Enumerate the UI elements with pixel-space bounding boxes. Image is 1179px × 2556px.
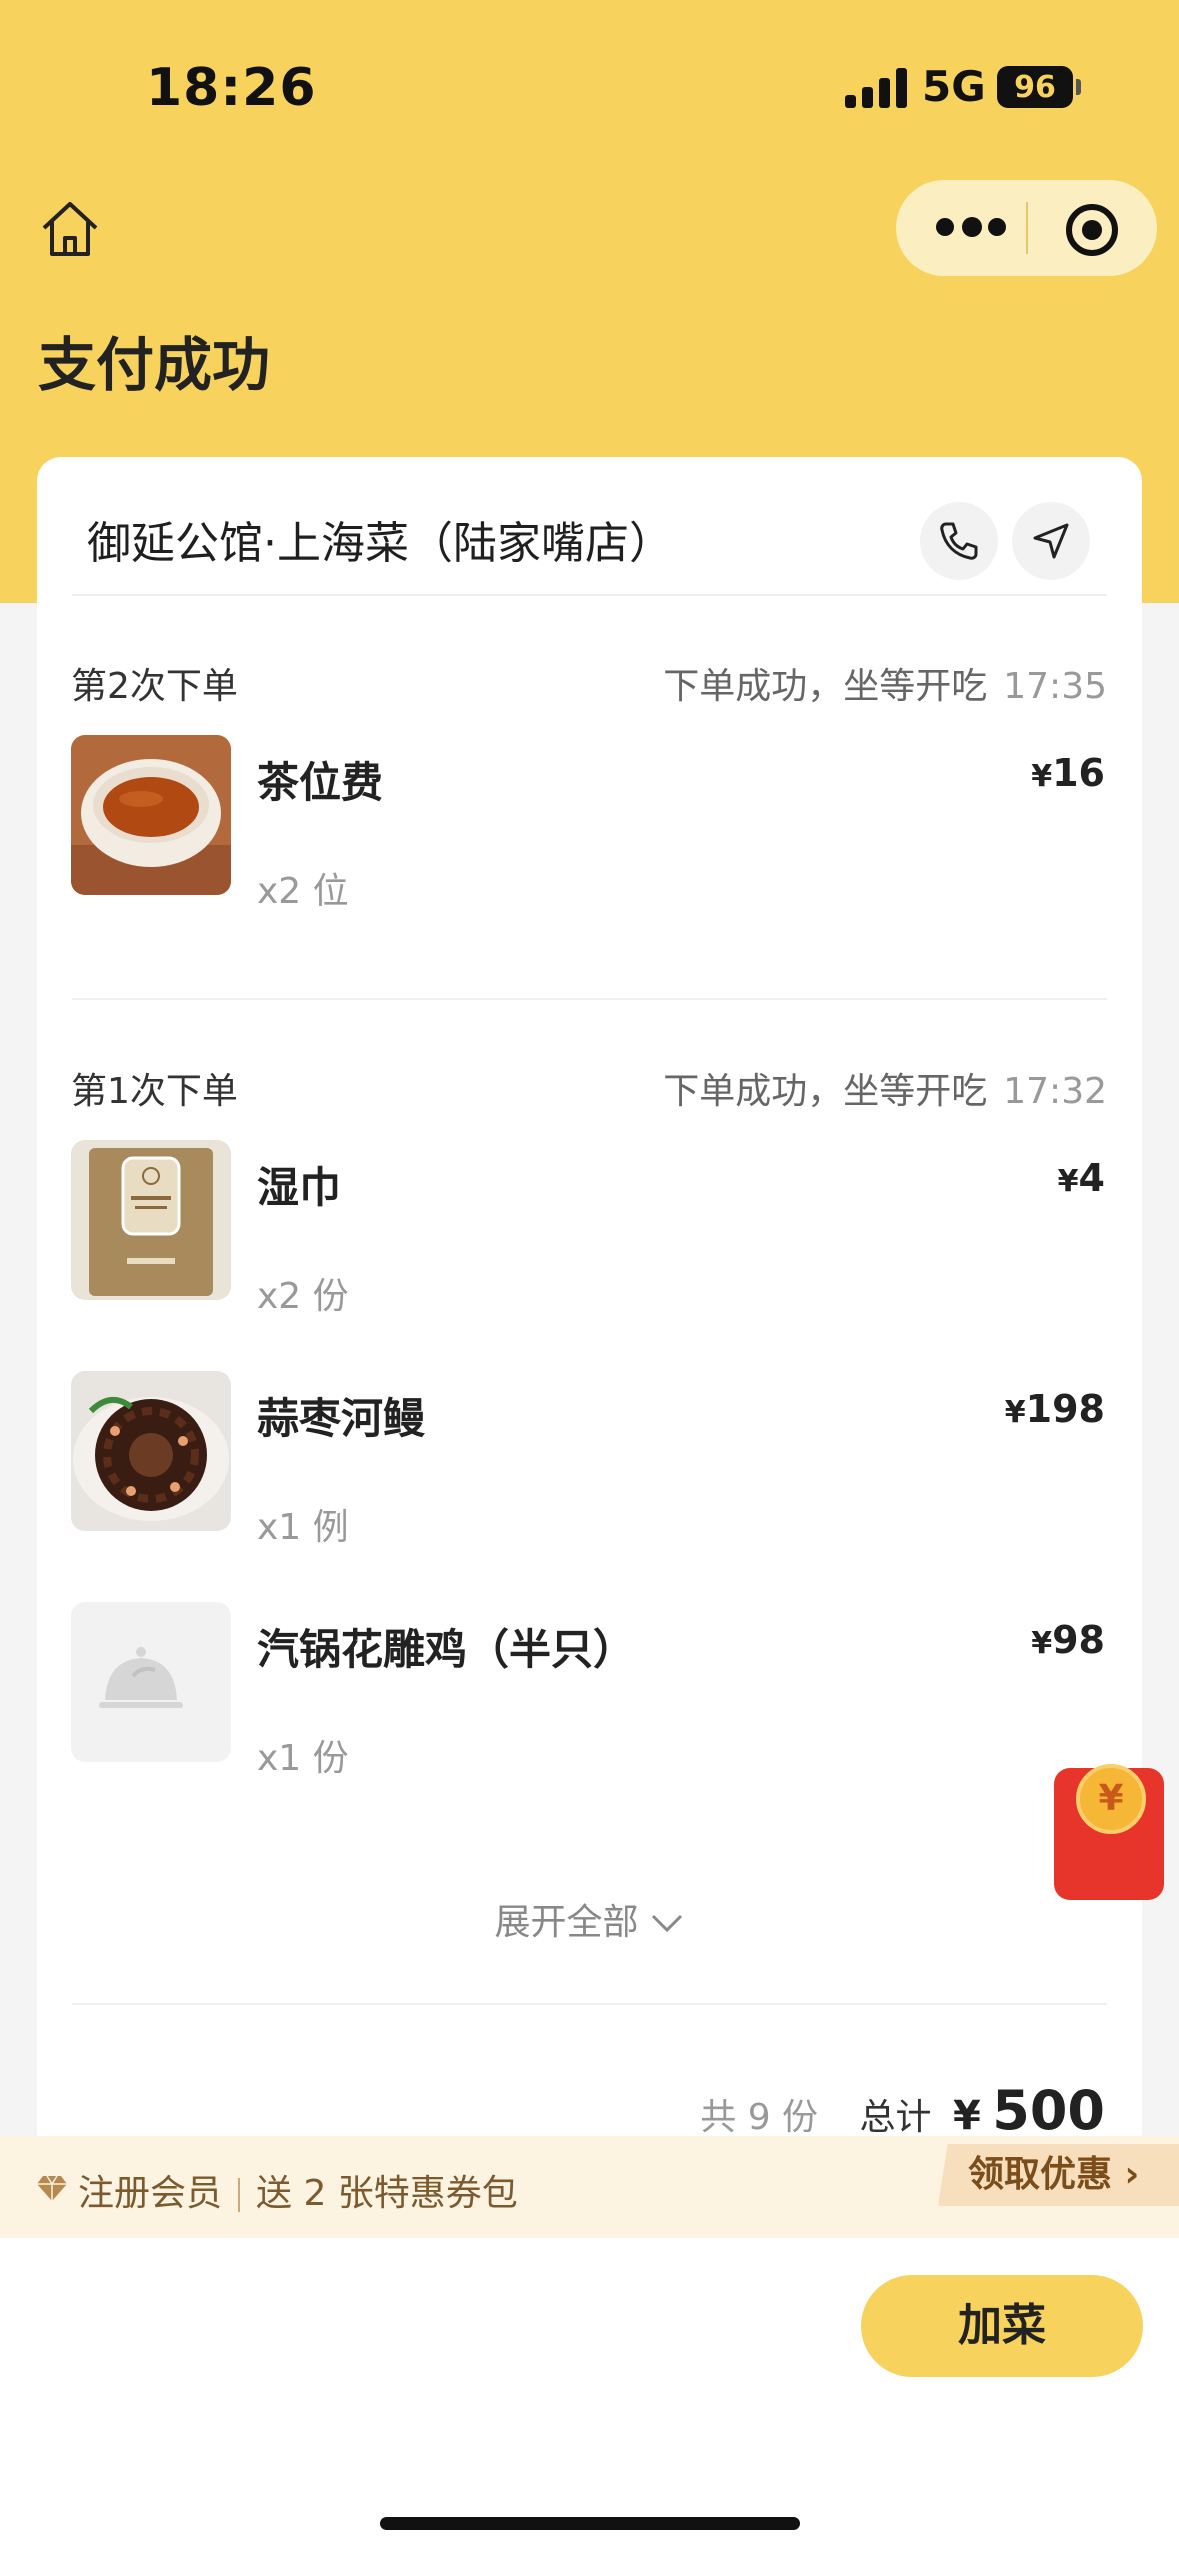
item-price: ¥4 xyxy=(1057,1156,1105,1200)
page-title: 支付成功 xyxy=(38,331,271,399)
member-register: 注册会员 xyxy=(78,2173,223,2214)
item-quantity: x1 例 xyxy=(257,1507,349,1548)
member-offer: 送 2 张特惠券包 xyxy=(256,2173,518,2214)
item-quantity: x2 份 xyxy=(257,1276,349,1317)
phone-icon xyxy=(940,522,978,560)
item-price: ¥16 xyxy=(1031,751,1105,795)
item-count: 共 9 份 xyxy=(700,2097,819,2138)
status-time: 18:26 xyxy=(146,58,317,118)
battery-icon: 96 xyxy=(997,66,1073,108)
divider xyxy=(72,2003,1107,2005)
order-batch-title: 第2次下单 xyxy=(71,666,238,707)
expand-all-label: 展开全部 xyxy=(494,1902,639,1943)
item-image-wet-towel[interactable] xyxy=(71,1140,231,1300)
item-name: 湿巾 xyxy=(257,1163,342,1212)
member-text: 注册会员送 2 张特惠券包 xyxy=(78,2164,518,2216)
home-icon[interactable] xyxy=(38,198,102,258)
navigation-icon xyxy=(1033,523,1069,559)
item-image-tea[interactable] xyxy=(71,735,231,895)
item-image-eel[interactable] xyxy=(71,1371,231,1531)
capsule-divider xyxy=(1026,202,1028,254)
order-batch-status: 下单成功，坐等开吃 17:35 xyxy=(663,657,1107,709)
status-text: 下单成功，坐等开吃 xyxy=(663,1071,988,1112)
navigate-button[interactable] xyxy=(1012,502,1090,580)
expand-all-button[interactable]: 展开全部 xyxy=(37,1893,1142,1945)
mini-program-capsule xyxy=(896,180,1157,276)
divider xyxy=(72,594,1107,596)
red-packet-button[interactable]: ¥ xyxy=(1054,1764,1164,1900)
claim-offer-button[interactable]: 领取优惠 › xyxy=(938,2144,1179,2206)
item-price: ¥198 xyxy=(1004,1387,1105,1431)
divider xyxy=(72,998,1107,1000)
item-quantity: x1 份 xyxy=(257,1738,349,1779)
chevron-down-icon xyxy=(651,1914,682,1933)
item-image-placeholder[interactable] xyxy=(71,1602,231,1762)
coin-icon: ¥ xyxy=(1076,1764,1146,1834)
dish-cover-icon xyxy=(99,1647,183,1708)
phone-button[interactable] xyxy=(920,502,998,580)
order-summary: 共 9 份 总计 ¥ 500 xyxy=(700,2079,1105,2142)
diamond-icon xyxy=(37,2175,67,2201)
item-name: 汽锅花雕鸡（半只） xyxy=(257,1625,636,1674)
battery-tip xyxy=(1076,79,1081,95)
order-batch-status: 下单成功，坐等开吃 17:32 xyxy=(663,1062,1107,1114)
more-icon[interactable] xyxy=(936,217,1006,238)
store-name: 御延公馆·上海菜（陆家嘴店） xyxy=(87,518,673,569)
item-name: 茶位费 xyxy=(257,758,384,807)
add-dish-button[interactable]: 加菜 xyxy=(861,2275,1143,2377)
item-name: 蒜枣河鳗 xyxy=(257,1394,426,1443)
battery-level: 96 xyxy=(1014,69,1056,105)
order-batch-title: 第1次下单 xyxy=(71,1071,238,1112)
separator xyxy=(238,2178,241,2212)
total-amount: 500 xyxy=(992,2079,1105,2142)
order-time: 17:32 xyxy=(1003,1071,1107,1112)
signal-icon xyxy=(845,68,907,108)
network-type: 5G xyxy=(922,62,986,111)
item-quantity: x2 位 xyxy=(257,871,349,912)
order-time: 17:35 xyxy=(1003,666,1107,707)
close-target-icon[interactable] xyxy=(1064,202,1120,258)
status-text: 下单成功，坐等开吃 xyxy=(663,666,988,707)
home-indicator xyxy=(380,2517,800,2530)
total-currency: ¥ xyxy=(952,2093,981,2139)
total-label: 总计 xyxy=(859,2097,932,2138)
item-price: ¥98 xyxy=(1031,1618,1105,1662)
